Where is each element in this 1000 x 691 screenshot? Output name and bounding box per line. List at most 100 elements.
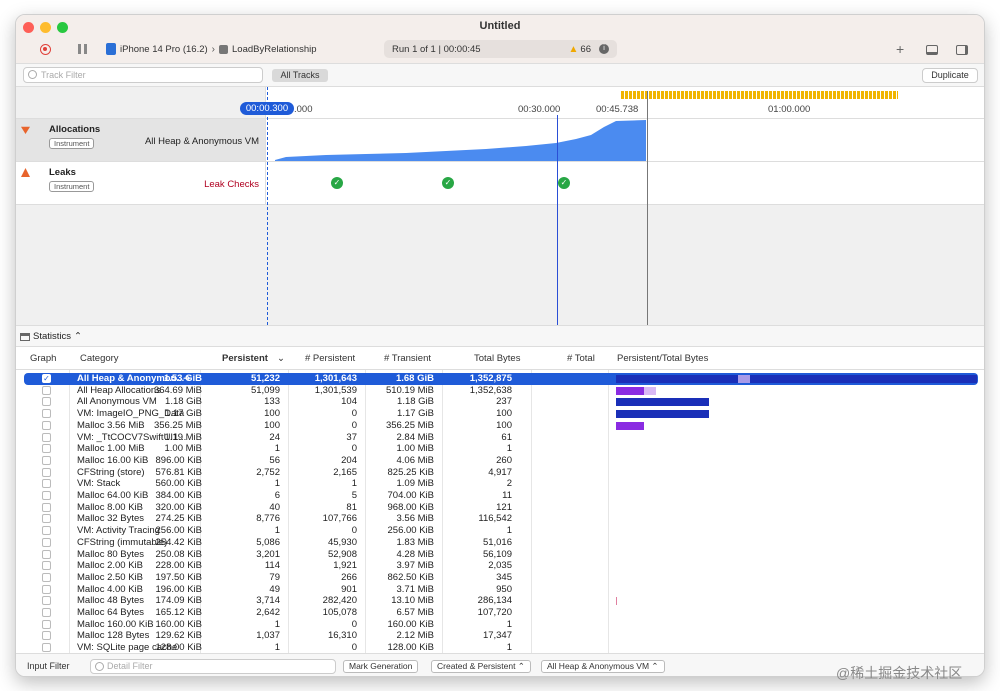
allocations-graph[interactable] (266, 119, 647, 161)
graph-checkbox[interactable] (42, 432, 51, 442)
graph-checkbox[interactable] (42, 385, 51, 395)
graph-checkbox[interactable] (42, 584, 51, 594)
value-cell: 560.00 KiB (155, 478, 202, 490)
graph-checkbox[interactable] (42, 572, 51, 582)
info-icon[interactable]: i (599, 44, 609, 54)
lifespan-selector[interactable]: Created & Persistent ⌃ (431, 660, 531, 673)
mark-generation-button[interactable]: Mark Generation (343, 660, 419, 673)
table-row[interactable]: Malloc 48 Bytes 174.09 KiB 3,714 282,420 13.… (16, 595, 984, 607)
bottom-panel-toggle-icon[interactable] (926, 45, 938, 55)
table-row[interactable]: All Heap Allocations 364.69 MiB 51,099 1,30… (16, 385, 984, 397)
graph-checkbox[interactable] (42, 444, 51, 454)
table-row[interactable]: CFString (immutable) 254.42 KiB 5,086 45,93… (16, 537, 984, 549)
add-instrument-button[interactable]: + (896, 41, 904, 57)
leak-check-pass-icon[interactable]: ✓ (331, 177, 343, 189)
instruments-window: Untitled iPhone 14 Pro (16.2) › LoadByRe… (15, 14, 985, 677)
graph-checkbox[interactable]: ✓ (42, 374, 51, 383)
value-cell: 104 (341, 396, 357, 408)
graph-checkbox[interactable] (42, 397, 51, 407)
warning-indicator[interactable]: ▲ 66 (569, 44, 591, 55)
track-header-allocations[interactable]: Allocations Instrument All Heap & Anonym… (16, 119, 266, 161)
column-header-transient-count[interactable]: # Transient (384, 353, 431, 364)
all-tracks-button[interactable]: All Tracks (272, 69, 328, 82)
column-header-persistent-count[interactable]: # Persistent (305, 353, 355, 364)
graph-checkbox[interactable] (42, 502, 51, 512)
allocation-type-selector[interactable]: All Heap & Anonymous VM ⌃ (541, 660, 665, 673)
table-row[interactable]: Malloc 2.50 KiB 197.50 KiB 79 266 862.50 KiB… (16, 572, 984, 584)
column-header-total-count[interactable]: # Total (567, 353, 595, 364)
graph-checkbox[interactable] (42, 467, 51, 477)
value-cell: 100 (264, 408, 280, 420)
graph-checkbox[interactable] (42, 643, 51, 653)
graph-checkbox[interactable] (42, 561, 51, 571)
table-row[interactable]: CFString (store) 576.81 KiB 2,752 2,165 825.… (16, 467, 984, 479)
graph-checkbox[interactable] (42, 514, 51, 524)
leaks-graph[interactable]: ✓ ✓ ✓ (266, 162, 647, 204)
value-cell: 13.10 MiB (391, 595, 434, 607)
column-header-graph[interactable]: Graph (30, 353, 56, 364)
instrument-badge[interactable]: Instrument (49, 138, 95, 149)
value-cell: 107,720 (477, 607, 512, 618)
column-header-category[interactable]: Category (80, 353, 119, 364)
value-cell: 1.18 GiB (165, 396, 202, 408)
device-selector[interactable]: iPhone 14 Pro (16.2) › LoadByRelationshi… (106, 43, 317, 55)
value-cell: 1.00 MiB (396, 443, 435, 455)
ratio-bar (738, 375, 750, 383)
graph-checkbox[interactable] (42, 455, 51, 465)
table-row[interactable]: Malloc 16.00 KiB 896.00 KiB 56 204 4.06 MiB 2… (16, 455, 984, 467)
pause-button[interactable] (78, 44, 87, 54)
graph-checkbox[interactable] (42, 596, 51, 606)
value-cell: 1.18 GiB (397, 396, 434, 408)
right-panel-toggle-icon[interactable] (956, 45, 968, 55)
navigate-arrow-icon[interactable]: ➜ (183, 373, 191, 385)
column-header-ratio[interactable]: Persistent/Total Bytes (617, 353, 708, 364)
graph-checkbox[interactable] (42, 549, 51, 559)
table-row[interactable]: Malloc 160.00 KiB 160.00 KiB 1 0 160.00 KiB 1 (16, 619, 984, 631)
table-row[interactable]: Malloc 64 Bytes 165.12 KiB 2,642 105,078 6.5… (16, 607, 984, 619)
table-row[interactable]: Malloc 32 Bytes 274.25 KiB 8,776 107,766 3.5… (16, 513, 984, 525)
duplicate-button[interactable]: Duplicate (922, 68, 978, 83)
table-row[interactable]: Malloc 8.00 KiB 320.00 KiB 40 81 968.00 KiB 1… (16, 502, 984, 514)
time-ruler[interactable]: .000 00:30.000 00:45.738 01:00.000 (266, 87, 984, 119)
playhead-line[interactable] (557, 115, 558, 325)
track-leaks[interactable]: Leaks Instrument Leak Checks ✓ ✓ ✓ (16, 162, 984, 205)
graph-checkbox[interactable] (42, 537, 51, 547)
column-header-persistent[interactable]: Persistent (222, 353, 268, 364)
table-row[interactable]: Malloc 1.00 MiB 1.00 MiB 1 0 1.00 MiB 1 (16, 443, 984, 455)
instrument-badge[interactable]: Instrument (49, 181, 95, 192)
table-row[interactable]: Malloc 128 Bytes 129.62 KiB 1,037 16,310 2.1… (16, 630, 984, 642)
leak-check-pass-icon[interactable]: ✓ (442, 177, 454, 189)
table-row[interactable]: Malloc 64.00 KiB 384.00 KiB 6 5 704.00 KiB 11 (16, 490, 984, 502)
table-row[interactable]: All Anonymous VM 1.18 GiB 133 104 1.18 GiB 23… (16, 396, 984, 408)
column-header-total-bytes[interactable]: Total Bytes (474, 353, 520, 364)
track-header-leaks[interactable]: Leaks Instrument Leak Checks (16, 162, 266, 204)
statistics-selector[interactable]: Statistics ⌃ (20, 331, 82, 342)
value-cell: 100 (264, 419, 280, 431)
graph-checkbox[interactable] (42, 526, 51, 536)
table-row[interactable]: VM: _TtCOCV7SwiftUI1... 1.19 MiB 24 37 2.84 … (16, 432, 984, 444)
table-row[interactable]: VM: Activity Tracing 256.00 KiB 1 0 256.00 K… (16, 525, 984, 537)
track-allocations[interactable]: Allocations Instrument All Heap & Anonym… (16, 119, 984, 162)
graph-checkbox[interactable] (42, 420, 51, 430)
table-row[interactable]: Malloc 3.56 MiB 356.25 MiB 100 0 356.25 MiB 1… (16, 420, 984, 432)
table-row[interactable]: Malloc 2.00 KiB 228.00 KiB 114 1,921 3.97 Mi… (16, 560, 984, 572)
track-filter-input[interactable]: Track Filter (23, 67, 263, 83)
graph-checkbox[interactable] (42, 619, 51, 629)
graph-checkbox[interactable] (42, 608, 51, 617)
graph-checkbox[interactable] (42, 631, 51, 641)
table-row[interactable]: ✓ All Heap & Anonymou... 1.53 GiB 51,232 1,3… (24, 373, 978, 385)
track-detail: Leak Checks (204, 179, 259, 190)
value-cell: 6 (274, 490, 280, 501)
table-row[interactable]: Malloc 80 Bytes 250.08 KiB 3,201 52,908 4.28… (16, 549, 984, 561)
run-status-box[interactable]: Run 1 of 1 | 00:00:45 ▲ 66 i (384, 40, 617, 58)
ruler-gutter (16, 87, 266, 119)
graph-checkbox[interactable] (42, 409, 51, 419)
table-row[interactable]: VM: ImageIO_PNG_Data 1.17 GiB 100 0 1.17 GiB… (16, 408, 984, 420)
detail-filter-input[interactable]: Detail Filter (90, 659, 336, 674)
leak-check-pass-icon[interactable]: ✓ (558, 177, 570, 189)
table-row[interactable]: Malloc 4.00 KiB 196.00 KiB 49 901 3.71 MiB 95… (16, 584, 984, 596)
table-row[interactable]: VM: Stack 560.00 KiB 1 1 1.09 MiB 2 (16, 478, 984, 490)
graph-checkbox[interactable] (42, 491, 51, 500)
record-button[interactable] (40, 44, 51, 55)
graph-checkbox[interactable] (42, 479, 51, 489)
